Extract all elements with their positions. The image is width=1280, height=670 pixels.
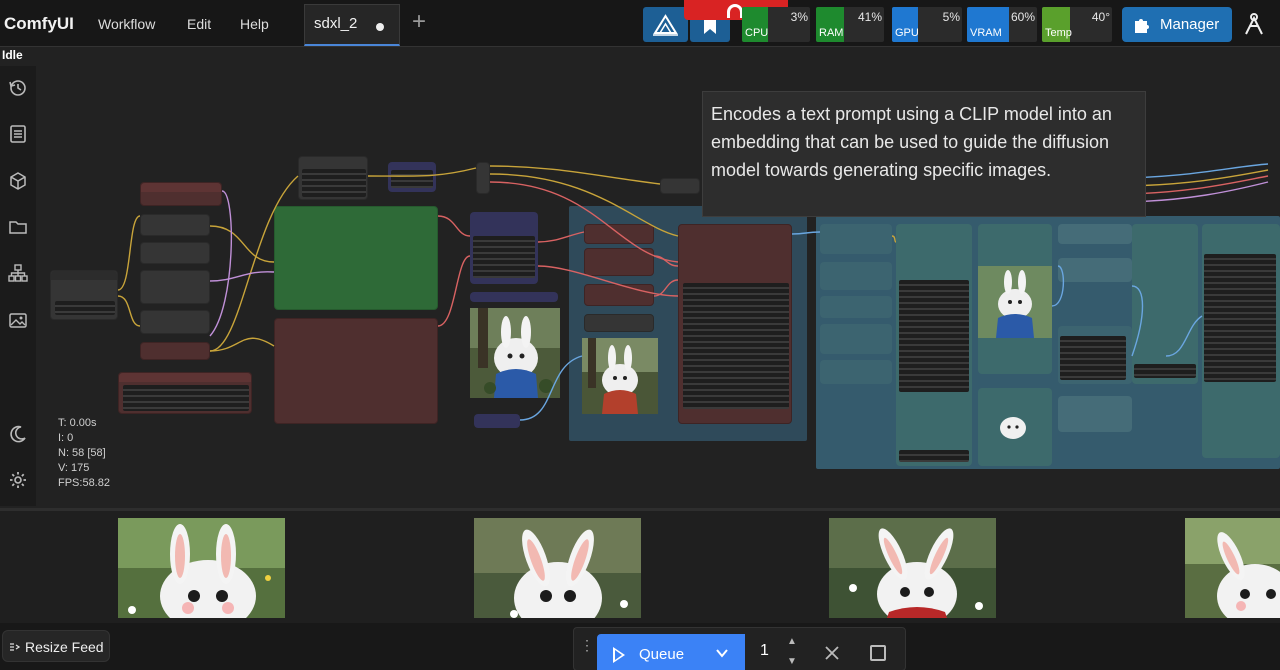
puzzle-icon: [1135, 19, 1149, 33]
clear-queue-icon[interactable]: [824, 645, 840, 661]
settings-gear-icon[interactable]: [8, 470, 28, 490]
ram-value: 41%: [857, 10, 882, 24]
vram-value: 60%: [1010, 10, 1035, 24]
left-sidebar: [0, 66, 36, 506]
model-library-icon[interactable]: [8, 171, 28, 191]
bottom-bar: Resize Feed ⋮ Queue 1 ▲ ▼: [0, 623, 1280, 670]
temp-monitor: 40° Temp: [1042, 7, 1112, 42]
gpu-label: GPU: [895, 27, 919, 39]
play-icon-inner: [615, 650, 622, 660]
manager-button[interactable]: Manager: [1122, 7, 1232, 42]
cpu-value: 3%: [790, 10, 808, 24]
user-profile-icon[interactable]: [1242, 12, 1266, 36]
bunny-feed-image: [118, 518, 285, 618]
workflow-tab-label: sdxl_2: [314, 15, 358, 32]
top-menu-bar: ComfyUI Workflow Edit Help sdxl_2 + 3% C…: [0, 0, 1280, 47]
node-library-icon[interactable]: [8, 263, 28, 283]
manager-label: Manager: [1160, 16, 1220, 33]
stat-fps: FPS:58.82: [58, 477, 110, 489]
gpu-value: 5%: [942, 10, 960, 24]
ram-monitor: 41% RAM: [816, 7, 884, 42]
image-feed: [0, 508, 1280, 623]
stat-iterations: I: 0: [58, 432, 74, 444]
vram-label: VRAM: [970, 27, 1002, 39]
queue-list-icon[interactable]: [8, 124, 28, 144]
queue-button[interactable]: Queue: [597, 634, 745, 670]
workspace-manager-button[interactable]: [643, 7, 688, 42]
cpu-label: CPU: [745, 27, 769, 39]
history-icon[interactable]: [8, 78, 28, 98]
menu-help[interactable]: Help: [240, 16, 269, 32]
workspace-logo-icon: [653, 14, 678, 36]
feed-image-3[interactable]: [829, 518, 996, 618]
chevron-down-icon[interactable]: [715, 646, 729, 660]
feed-image-1[interactable]: [118, 518, 285, 618]
temp-label: Temp: [1045, 27, 1072, 39]
menu-workflow[interactable]: Workflow: [98, 16, 155, 32]
bunny-feed-image: [1185, 518, 1280, 618]
stat-vertices: V: 175: [58, 462, 90, 474]
cpu-monitor: 3% CPU: [742, 7, 810, 42]
canvas-stats: T: 0.00s I: 0 N: 58 [58] V: 175 FPS:58.8…: [58, 416, 110, 491]
feed-image-4[interactable]: [1185, 518, 1280, 618]
queue-status-text: Idle: [2, 48, 23, 62]
node-tooltip: Encodes a text prompt using a CLIP model…: [702, 91, 1146, 217]
feed-image-2[interactable]: [474, 518, 641, 618]
batch-count-input[interactable]: 1: [760, 642, 769, 660]
add-tab-icon[interactable]: +: [412, 10, 426, 34]
node-graph-canvas[interactable]: Encodes a text prompt using a CLIP model…: [36, 66, 1280, 506]
ram-label: RAM: [819, 27, 844, 39]
workflows-folder-icon[interactable]: [8, 217, 28, 237]
image-gallery-icon[interactable]: [8, 310, 28, 330]
bunny-feed-image: [474, 518, 641, 618]
increment-icon[interactable]: ▲: [787, 636, 797, 647]
queue-label: Queue: [639, 646, 685, 663]
app-logo[interactable]: ComfyUI: [4, 14, 74, 34]
temp-value: 40°: [1091, 10, 1110, 24]
menu-edit[interactable]: Edit: [187, 16, 211, 32]
queue-toolbar: ⋮ Queue 1 ▲ ▼: [573, 627, 906, 670]
decrement-icon[interactable]: ▼: [787, 656, 797, 667]
stat-nodes: N: 58 [58]: [58, 447, 106, 459]
resize-icon: [10, 643, 21, 651]
resize-feed-label: Resize Feed: [25, 639, 104, 655]
comfyui-app: ComfyUI Workflow Edit Help sdxl_2 + 3% C…: [0, 0, 1280, 670]
recording-icon: [727, 4, 743, 18]
workflow-tab-sdxl-2[interactable]: sdxl_2: [304, 4, 400, 46]
vram-monitor: 60% VRAM: [967, 7, 1037, 42]
unsaved-indicator-icon[interactable]: [376, 23, 384, 31]
bunny-feed-image: [829, 518, 996, 618]
resize-feed-button[interactable]: Resize Feed: [2, 630, 110, 662]
stop-icon[interactable]: [870, 645, 886, 661]
drag-handle-icon[interactable]: ⋮: [580, 638, 594, 652]
gpu-monitor: 5% GPU: [892, 7, 962, 42]
theme-toggle-icon[interactable]: [8, 424, 28, 444]
stat-time: T: 0.00s: [58, 417, 97, 429]
